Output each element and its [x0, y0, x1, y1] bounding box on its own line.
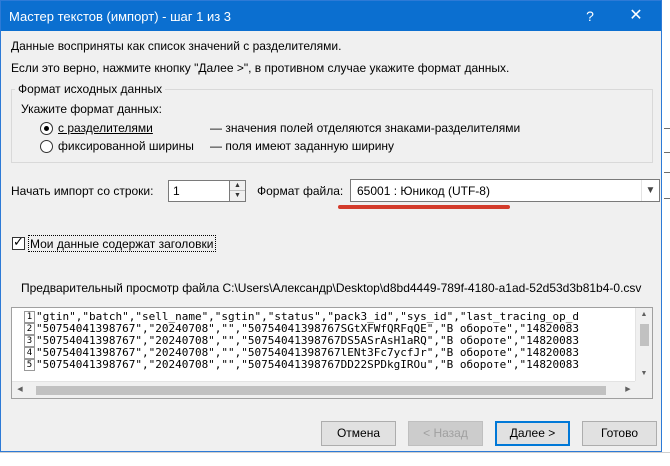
file-origin-label: Формат файла: [257, 184, 344, 198]
background-tick [664, 172, 670, 173]
close-icon[interactable]: ✕ [613, 1, 659, 31]
scroll-right-icon[interactable]: ▶ [620, 382, 636, 398]
start-row-spinner[interactable]: ▲ ▼ [230, 180, 246, 202]
headers-checkbox-label[interactable]: Мои данные содержат заголовки [30, 237, 213, 251]
scroll-down-icon[interactable]: ▼ [636, 367, 652, 381]
cancel-button[interactable]: Отмена [321, 421, 396, 446]
background-tick [664, 152, 670, 153]
start-row-label: Начать импорт со строки: [11, 184, 154, 198]
file-preview[interactable]: 1 "gtin","batch","sell_name","sgtin","sta… [11, 307, 653, 399]
title-bar: Мастер текстов (импорт) - шаг 1 из 3 ? ✕ [1, 1, 661, 31]
help-icon[interactable]: ? [567, 1, 613, 31]
background-status-area [0, 452, 670, 466]
background-window-edge [662, 0, 670, 466]
preview-line: 5 "50754041398767","20240708","","5075404… [24, 359, 579, 371]
delimited-description: — значения полей отделяются знаками-разд… [210, 121, 521, 135]
source-format-legend: Формат исходных данных [15, 82, 166, 96]
preview-horizontal-scrollbar[interactable]: ◀ ▶ [12, 381, 636, 398]
radio-selected-dot [44, 126, 49, 131]
preview-label: Предварительный просмотр файла C:\Users\… [21, 281, 642, 295]
delimited-radio-label[interactable]: с разделителями [58, 121, 153, 135]
preview-lines: 1 "gtin","batch","sell_name","sgtin","sta… [24, 311, 579, 371]
dialog-title: Мастер текстов (импорт) - шаг 1 из 3 [9, 9, 232, 24]
start-row-value: 1 [173, 184, 180, 198]
headers-checkbox[interactable]: ✓ [12, 234, 25, 250]
back-button[interactable]: < Назад [408, 421, 483, 446]
fixed-width-radio-label[interactable]: фиксированной ширины [58, 139, 194, 153]
checkmark-icon: ✓ [13, 234, 24, 249]
background-tick [664, 128, 670, 129]
fixed-width-radio[interactable] [40, 140, 53, 153]
preview-vertical-scrollbar[interactable]: ▲ ▼ [635, 308, 652, 381]
line-number: 2 [24, 323, 35, 335]
line-number: 1 [24, 311, 35, 323]
next-button[interactable]: Далее > [495, 421, 570, 446]
horizontal-scroll-thumb[interactable] [36, 386, 606, 395]
scrollbar-corner [635, 381, 652, 398]
line-text: "50754041398767","20240708","","50754041… [36, 358, 580, 371]
data-format-prompt: Укажите формат данных: [21, 102, 162, 116]
finish-button[interactable]: Готово [582, 421, 657, 446]
chevron-down-icon[interactable]: ▼ [641, 180, 659, 201]
intro-line-2: Если это верно, нажмите кнопку "Далее >"… [11, 61, 510, 75]
file-origin-select[interactable]: 65001 : Юникод (UTF-8) ▼ [350, 179, 660, 202]
background-tick [664, 198, 670, 199]
line-number: 5 [24, 359, 35, 371]
start-row-input[interactable]: 1 [168, 180, 230, 202]
vertical-scroll-thumb[interactable] [640, 324, 649, 346]
file-origin-value: 65001 : Юникод (UTF-8) [357, 184, 490, 198]
text-import-wizard-dialog: Мастер текстов (импорт) - шаг 1 из 3 ? ✕… [0, 0, 662, 452]
scroll-up-icon[interactable]: ▲ [636, 308, 652, 322]
scroll-left-icon[interactable]: ◀ [12, 382, 28, 398]
spin-up-icon[interactable]: ▲ [230, 181, 245, 191]
fixed-width-description: — поля имеют заданную ширину [210, 139, 395, 153]
annotation-red-underline [338, 205, 510, 209]
intro-line-1: Данные восприняты как список значений с … [11, 39, 342, 53]
line-number: 3 [24, 335, 35, 347]
delimited-radio[interactable] [40, 122, 53, 135]
spin-down-icon[interactable]: ▼ [230, 191, 245, 201]
line-number: 4 [24, 347, 35, 359]
